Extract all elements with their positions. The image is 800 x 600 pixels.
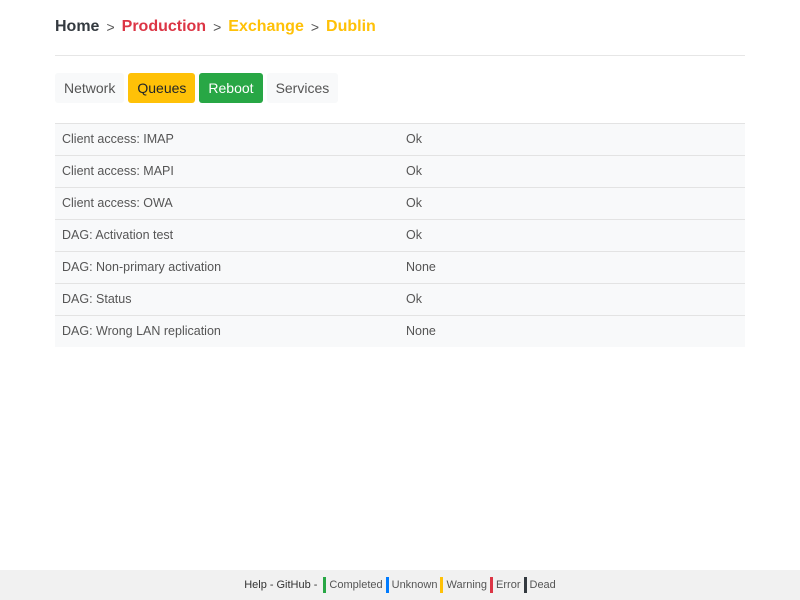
table-row: Client access: MAPI Ok	[55, 156, 745, 188]
check-status: Ok	[406, 132, 422, 146]
table-row: DAG: Non-primary activation None	[55, 252, 745, 284]
check-name: DAG: Non-primary activation	[62, 260, 222, 274]
table-row: Client access: OWA Ok	[55, 188, 745, 220]
breadcrumb-exchange[interactable]: Exchange	[228, 18, 304, 36]
legend-swatch	[523, 577, 527, 593]
legend-swatch	[440, 577, 444, 593]
breadcrumb-separator: >	[106, 18, 115, 35]
breadcrumb: Home > Production > Exchange > Dublin	[55, 0, 745, 56]
legend-dead: Dead	[523, 577, 556, 593]
check-status: None	[406, 260, 436, 274]
table-row: DAG: Status Ok	[55, 284, 745, 316]
footer-separator: -	[313, 579, 318, 591]
check-status: Ok	[406, 164, 422, 178]
github-link[interactable]: GitHub	[277, 579, 311, 591]
check-status: None	[406, 324, 436, 338]
table-row: DAG: Wrong LAN replication None	[55, 316, 745, 347]
check-status: Ok	[406, 228, 422, 242]
legend-error: Error	[490, 577, 521, 593]
breadcrumb-separator: >	[310, 18, 320, 35]
check-name: Client access: MAPI	[62, 164, 174, 178]
footer-separator: -	[269, 579, 274, 591]
check-name: DAG: Wrong LAN replication	[62, 324, 221, 338]
legend-label: Unknown	[391, 579, 438, 591]
legend-completed: Completed	[323, 577, 383, 593]
breadcrumb-production[interactable]: Production	[122, 18, 206, 36]
footer: Help - GitHub - Completed Unknown Warnin…	[0, 570, 800, 600]
breadcrumb-home[interactable]: Home	[55, 18, 99, 36]
help-link[interactable]: Help	[244, 579, 267, 591]
legend-swatch	[323, 577, 327, 593]
check-status: Ok	[406, 292, 422, 306]
legend-label: Error	[496, 579, 521, 591]
legend-swatch	[385, 577, 389, 593]
legend-swatch	[490, 577, 494, 593]
legend-unknown: Unknown	[385, 577, 438, 593]
check-name: Client access: OWA	[62, 196, 173, 210]
tab-services[interactable]: Services	[266, 73, 339, 103]
breadcrumb-dublin[interactable]: Dublin	[326, 18, 376, 36]
legend-warning: Warning	[440, 577, 487, 593]
tab-network[interactable]: Network	[55, 73, 125, 103]
check-status: Ok	[406, 196, 422, 210]
checks-table: Client access: IMAP Ok Client access: MA…	[55, 123, 745, 347]
check-name: DAG: Activation test	[62, 228, 174, 242]
table-row: Client access: IMAP Ok	[55, 124, 745, 156]
tab-bar: Network Queues Reboot Services	[55, 73, 745, 103]
legend-label: Dead	[529, 579, 556, 591]
main-container: Home > Production > Exchange > Dublin Ne…	[55, 0, 745, 347]
check-name: Client access: IMAP	[62, 132, 174, 146]
legend-label: Completed	[329, 579, 383, 591]
breadcrumb-separator: >	[213, 18, 222, 35]
table-row: DAG: Activation test Ok	[55, 220, 745, 252]
tab-reboot[interactable]: Reboot	[199, 73, 263, 103]
check-name: DAG: Status	[62, 292, 132, 306]
tab-queues[interactable]: Queues	[128, 73, 196, 103]
legend-label: Warning	[446, 579, 488, 591]
page: Home > Production > Exchange > Dublin Ne…	[0, 0, 800, 600]
